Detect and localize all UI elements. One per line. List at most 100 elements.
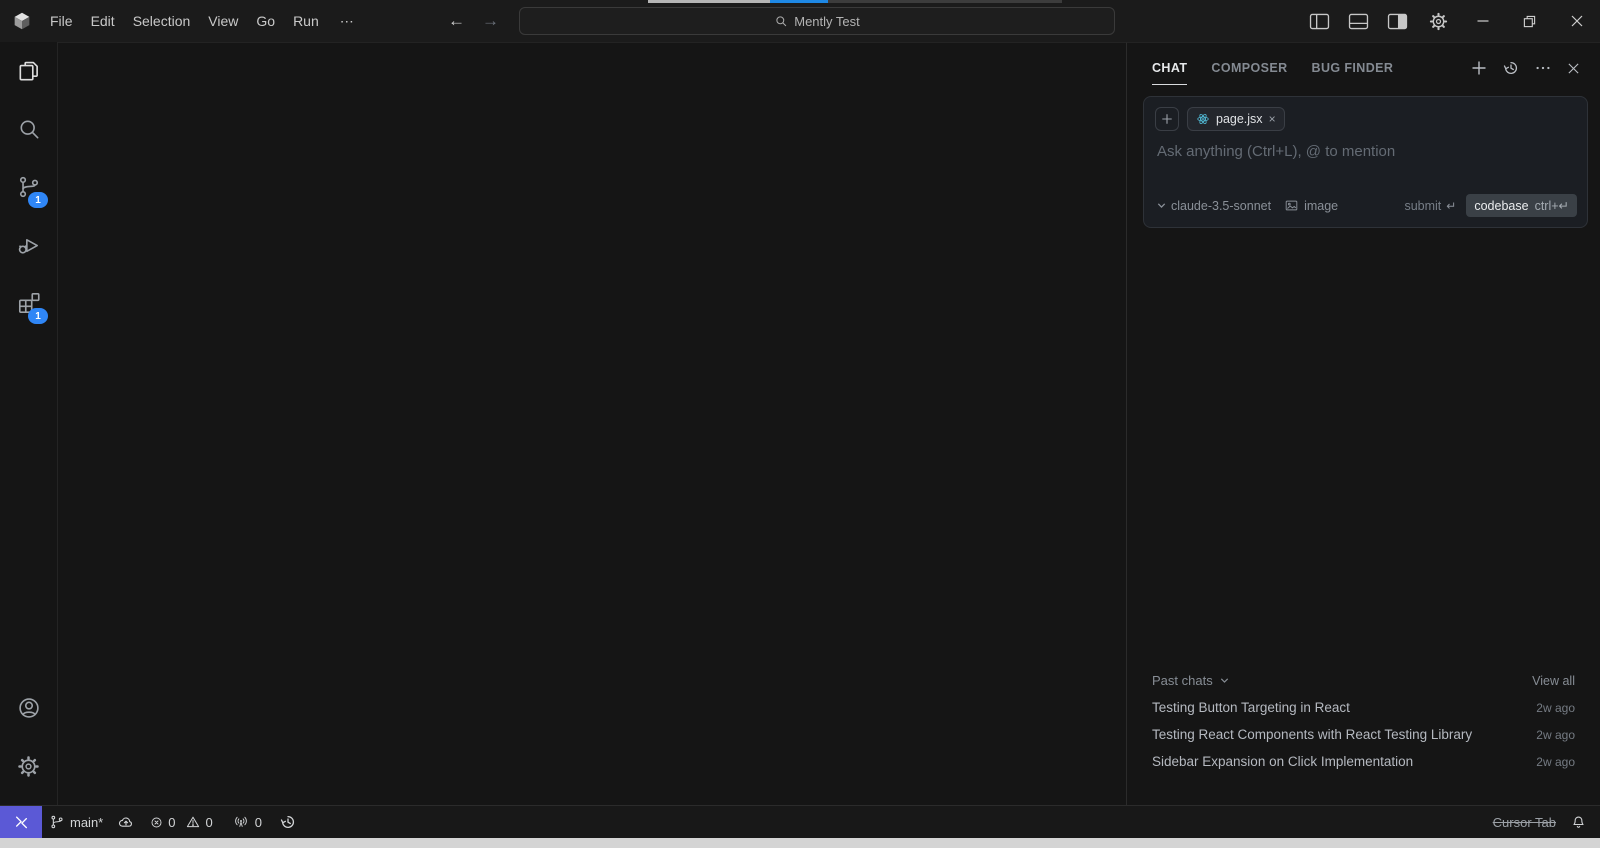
past-chats-chevron-icon[interactable] <box>1219 675 1230 686</box>
chat-submit-actions: submit ↵ codebase ctrl+↵ <box>1404 194 1577 217</box>
tab-composer[interactable]: COMPOSER <box>1211 51 1287 85</box>
history-clock-icon <box>280 814 296 830</box>
model-name: claude-3.5-sonnet <box>1171 198 1272 213</box>
editor-area <box>58 42 1126 805</box>
past-chat-time: 2w ago <box>1536 700 1575 715</box>
chat-header-actions <box>1471 60 1580 85</box>
errors-count: 0 <box>168 814 176 830</box>
toggle-panel-icon[interactable] <box>1339 13 1378 30</box>
minimize-button[interactable] <box>1459 0 1506 42</box>
titlebar: File Edit Selection View Go Run ⋯ ← → Me… <box>0 0 1600 42</box>
past-chat-title: Testing React Components with React Test… <box>1152 727 1473 742</box>
menu-edit[interactable]: Edit <box>82 0 124 42</box>
add-context-button[interactable] <box>1155 107 1179 131</box>
branch-name: main* <box>70 814 104 830</box>
menu-selection[interactable]: Selection <box>124 0 200 42</box>
restore-button[interactable] <box>1506 0 1553 42</box>
chat-history-icon[interactable] <box>1503 60 1519 76</box>
explorer-icon[interactable] <box>0 42 57 100</box>
view-all-link[interactable]: View all <box>1532 674 1575 688</box>
remote-indicator[interactable] <box>0 806 42 838</box>
react-file-icon <box>1196 112 1210 126</box>
extensions-icon[interactable]: 1 <box>0 274 57 332</box>
forward-arrow-icon[interactable]: → <box>482 11 499 31</box>
tab-chat[interactable]: CHAT <box>1152 51 1188 85</box>
menu-overflow-button[interactable]: ⋯ <box>328 13 367 30</box>
account-icon[interactable] <box>0 679 57 737</box>
menu-run[interactable]: Run <box>284 0 328 42</box>
past-chat-item[interactable]: Testing React Components with React Test… <box>1152 721 1575 748</box>
past-chat-title: Testing Button Targeting in React <box>1152 700 1350 715</box>
chat-panel: CHAT COMPOSER BUG FINDER page.jsx × Ask … <box>1126 42 1600 805</box>
source-control-icon[interactable]: 1 <box>0 158 57 216</box>
submit-button[interactable]: submit ↵ <box>1404 199 1456 213</box>
chip-file-name: page.jsx <box>1216 112 1263 126</box>
menu-file[interactable]: File <box>41 0 82 42</box>
radio-tower-icon <box>233 814 249 830</box>
past-chat-item[interactable]: Sidebar Expansion on Click Implementatio… <box>1152 748 1575 775</box>
past-chats-section: Past chats View all Testing Button Targe… <box>1127 667 1600 805</box>
cursor-window: File Edit Selection View Go Run ⋯ ← → Me… <box>0 0 1600 848</box>
ports-item[interactable]: 0 <box>226 806 269 838</box>
search-sidebar-icon[interactable] <box>0 100 57 158</box>
toggle-secondary-sidebar-icon[interactable] <box>1378 13 1417 30</box>
activity-bar-bottom <box>0 679 57 805</box>
model-selector[interactable]: claude-3.5-sonnet <box>1156 199 1271 213</box>
context-chip-pagejsx[interactable]: page.jsx × <box>1187 107 1285 131</box>
toggle-primary-sidebar-icon[interactable] <box>1300 13 1339 30</box>
notifications-bell-icon[interactable] <box>1568 814 1600 831</box>
main-area: 1 1 CHAT COMPOSER BUG FINDER page.jsx × … <box>0 42 1600 805</box>
past-chat-title: Sidebar Expansion on Click Implementatio… <box>1152 754 1414 769</box>
past-chats-header: Past chats View all <box>1152 667 1575 694</box>
history-nav: ← → <box>448 0 499 42</box>
tab-bug-finder[interactable]: BUG FINDER <box>1312 51 1394 85</box>
scm-badge: 1 <box>28 192 48 208</box>
run-debug-icon[interactable] <box>0 216 57 274</box>
search-icon <box>774 14 788 28</box>
chat-input[interactable]: Ask anything (Ctrl+L), @ to mention <box>1144 131 1587 160</box>
status-bar: main* 0 0 0 Cursor Tab <box>0 805 1600 838</box>
attach-image-button[interactable]: image <box>1284 198 1338 213</box>
back-arrow-icon[interactable]: ← <box>448 11 465 31</box>
statusbar-right: Cursor Tab <box>1481 806 1600 838</box>
menu-view[interactable]: View <box>199 0 247 42</box>
panel-spacer <box>1127 228 1600 667</box>
context-chip-row: page.jsx × <box>1144 97 1587 131</box>
titlebar-controls <box>1300 0 1600 42</box>
more-actions-icon[interactable] <box>1535 60 1551 76</box>
past-chat-time: 2w ago <box>1536 727 1575 742</box>
past-chat-item[interactable]: Testing Button Targeting in React 2w ago <box>1152 694 1575 721</box>
chevron-down-icon <box>1156 200 1167 211</box>
image-icon <box>1284 198 1299 213</box>
top-progress-handle <box>770 0 828 3</box>
cursor-tab-toggle[interactable]: Cursor Tab <box>1481 815 1568 830</box>
git-branch-item[interactable]: main* <box>42 806 110 838</box>
chip-close-icon[interactable]: × <box>1269 112 1276 126</box>
warnings-icon <box>185 814 201 830</box>
settings-gear-icon[interactable] <box>1417 11 1459 32</box>
new-chat-plus-icon[interactable] <box>1471 60 1487 76</box>
past-chats-label[interactable]: Past chats <box>1152 673 1213 688</box>
problems-item[interactable]: 0 0 <box>142 806 219 838</box>
timeline-item[interactable] <box>273 806 303 838</box>
ports-count: 0 <box>254 814 262 830</box>
menu-go[interactable]: Go <box>247 0 284 42</box>
cloud-upload-icon <box>117 813 135 831</box>
close-panel-icon[interactable] <box>1567 62 1580 75</box>
chat-panel-header: CHAT COMPOSER BUG FINDER <box>1127 43 1600 85</box>
sync-changes-item[interactable] <box>110 806 142 838</box>
git-branch-icon <box>49 814 65 830</box>
chat-input-box[interactable]: page.jsx × Ask anything (Ctrl+L), @ to m… <box>1143 96 1588 228</box>
remote-icon <box>14 813 29 831</box>
codebase-label: codebase <box>1474 198 1529 213</box>
top-progress-played <box>648 0 770 3</box>
codebase-button[interactable]: codebase ctrl+↵ <box>1466 194 1577 217</box>
codebase-shortcut: ctrl+↵ <box>1534 199 1569 213</box>
manage-gear-icon[interactable] <box>0 737 57 795</box>
command-center-search[interactable]: Mently Test <box>519 7 1115 35</box>
activity-bar: 1 1 <box>0 42 58 805</box>
search-value: Mently Test <box>794 13 860 29</box>
close-window-button[interactable] <box>1553 0 1600 42</box>
errors-icon <box>149 815 164 830</box>
chat-input-footer: claude-3.5-sonnet image submit ↵ codebas… <box>1144 194 1587 227</box>
